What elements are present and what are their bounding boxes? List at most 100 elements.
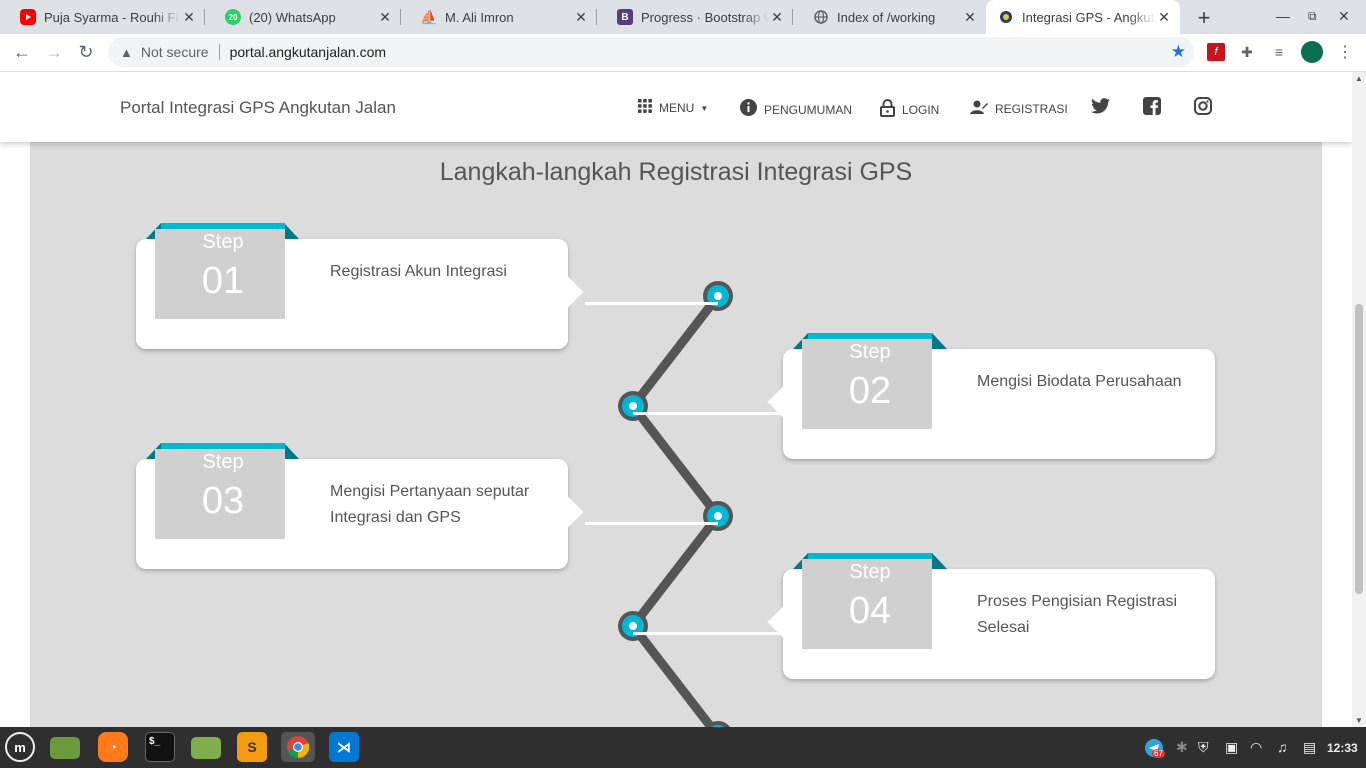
close-icon[interactable]: ✕: [962, 9, 978, 26]
wifi-icon[interactable]: ◠: [1250, 739, 1262, 756]
nav-login-label: LOGIN: [902, 103, 940, 117]
browser-tab-strip: Puja Syarma - Rouhi Fi ✕ 20 (20) WhatsAp…: [0, 0, 1366, 34]
ribbon-fold: [284, 223, 299, 239]
close-icon[interactable]: ✕: [1156, 9, 1172, 26]
close-window-button[interactable]: ✕: [1338, 8, 1350, 25]
clipboard-icon[interactable]: ▤: [1303, 739, 1316, 756]
back-button[interactable]: ←: [11, 42, 33, 63]
bookmark-star-icon[interactable]: ★: [1171, 42, 1186, 62]
tab-whatsapp[interactable]: 20 (20) WhatsApp ✕: [205, 0, 401, 34]
minimize-button[interactable]: —: [1276, 8, 1290, 24]
extensions-icon[interactable]: ✚: [1238, 43, 1256, 61]
chrome-icon[interactable]: [281, 732, 315, 762]
timeline-node: [618, 611, 648, 641]
step-badge-01: Step 01: [155, 223, 285, 319]
nav-menu-label: MENU: [659, 101, 695, 115]
tab-title: M. Ali Imron: [445, 9, 514, 25]
tab-index-working[interactable]: Index of /working ✕: [793, 0, 986, 34]
site-brand[interactable]: Portal Integrasi GPS Angkutan Jalan: [120, 98, 396, 118]
step-text: Proses Pengisian Registrasi Selesai: [977, 593, 1178, 636]
twitter-icon[interactable]: [1090, 96, 1110, 116]
vscode-icon[interactable]: ⋊: [329, 732, 359, 762]
facebook-icon[interactable]: [1142, 96, 1162, 116]
tab-bootstrap[interactable]: B Progress · Bootstrap v ✕: [597, 0, 793, 34]
more-options-icon[interactable]: ⋮: [1336, 43, 1354, 61]
terminal-icon[interactable]: $_: [145, 732, 175, 762]
step-label: Step: [849, 561, 891, 583]
url-text[interactable]: portal.angkutanjalan.com: [230, 44, 386, 60]
close-icon[interactable]: ✕: [377, 9, 393, 26]
step-badge-04: Step 04: [802, 553, 932, 649]
warning-icon[interactable]: ▲: [120, 45, 133, 60]
flash-icon[interactable]: f: [1207, 43, 1225, 61]
nav-register[interactable]: REGISTRASI: [970, 99, 1068, 119]
step-connector: [585, 302, 718, 305]
step-number: 02: [848, 370, 892, 412]
tab-ali-imron[interactable]: ⛵ M. Ali Imron ✕: [401, 0, 597, 34]
folder-icon[interactable]: [191, 737, 221, 759]
nav-login[interactable]: LOGIN: [880, 99, 939, 121]
shield-icon[interactable]: ⛨: [1198, 739, 1209, 756]
step-number: 01: [201, 260, 245, 302]
media-queue-icon[interactable]: ≡: [1270, 43, 1288, 61]
profile-avatar[interactable]: [1301, 41, 1323, 63]
scroll-down-arrow[interactable]: ▼: [1355, 716, 1363, 725]
nav-announcements-label: PENGUMUMAN: [764, 102, 853, 117]
bluetooth-icon[interactable]: ✱: [1176, 739, 1188, 756]
scroll-up-arrow[interactable]: ▲: [1355, 74, 1363, 83]
close-icon[interactable]: ✕: [573, 9, 589, 26]
mint-menu-icon[interactable]: m: [5, 732, 35, 762]
step-text: Registrasi Akun Integrasi: [330, 263, 507, 280]
globe-icon: [813, 9, 829, 25]
tab-title: Puja Syarma - Rouhi Fi: [44, 9, 179, 25]
tab-integrasi-gps[interactable]: Integrasi GPS - Angkut ✕: [986, 0, 1180, 34]
tab-title: Progress · Bootstrap v: [641, 9, 769, 25]
page-scrollbar[interactable]: ▲ ▼: [1352, 72, 1366, 727]
files-icon[interactable]: [50, 737, 80, 759]
step-text: Mengisi Pertanyaan seputar Integrasi dan…: [330, 483, 530, 526]
user-edit-icon: [970, 99, 988, 119]
step-label: Step: [849, 341, 891, 363]
tab-title: Integrasi GPS - Angkut: [1022, 9, 1155, 25]
step-text: Mengisi Biodata Perusahaan: [977, 373, 1182, 390]
nav-announcements[interactable]: PENGUMUMAN: [740, 99, 852, 120]
step-label: Step: [202, 231, 244, 253]
info-icon: [740, 99, 757, 120]
whatsapp-icon: 20: [225, 9, 241, 25]
address-bar[interactable]: ▲ Not secure portal.angkutanjalan.com ★: [108, 37, 1194, 67]
document-icon: ⛵: [420, 8, 438, 25]
sublime-icon[interactable]: S: [237, 732, 267, 762]
step-number: 04: [848, 590, 892, 632]
timeline-node: [618, 391, 648, 421]
new-tab-button[interactable]: +: [1192, 5, 1216, 31]
screenshot-icon[interactable]: ▣: [1225, 739, 1238, 756]
close-icon[interactable]: ✕: [181, 9, 197, 26]
clock[interactable]: 12:33: [1327, 741, 1358, 755]
step-badge-03: Step 03: [155, 443, 285, 539]
reload-button[interactable]: ↻: [75, 42, 97, 63]
step-badge-02: Step 02: [802, 333, 932, 429]
restore-button[interactable]: ⧉: [1308, 9, 1317, 24]
omnibox-divider: [218, 44, 220, 60]
timeline-node: [703, 501, 733, 531]
ribbon-fold: [932, 553, 947, 569]
music-icon[interactable]: ♫: [1277, 739, 1288, 755]
step-connector: [633, 632, 783, 635]
instagram-icon[interactable]: [1193, 96, 1213, 116]
ribbon-fold: [932, 333, 947, 349]
step-connector: [585, 522, 718, 525]
site-navbar: Portal Integrasi GPS Angkutan Jalan MENU…: [0, 72, 1352, 142]
ribbon-fold: [284, 443, 299, 459]
caret-down-icon: ▼: [700, 103, 709, 113]
section-title: Langkah-langkah Registrasi Integrasi GPS: [439, 158, 913, 186]
nav-menu[interactable]: MENU ▼: [638, 99, 708, 117]
browser-toolbar: ← → ↻ ▲ Not secure portal.angkutanjalan.…: [0, 34, 1366, 72]
tab-youtube[interactable]: Puja Syarma - Rouhi Fi ✕: [0, 0, 205, 34]
notification-badge: 67: [1152, 749, 1165, 758]
site-logo-icon: [998, 9, 1014, 25]
forward-button[interactable]: →: [43, 42, 65, 63]
firefox-icon[interactable]: ◔: [98, 732, 128, 762]
scrollbar-thumb[interactable]: [1355, 304, 1363, 594]
security-label[interactable]: Not secure: [141, 44, 209, 60]
close-icon[interactable]: ✕: [769, 9, 785, 26]
